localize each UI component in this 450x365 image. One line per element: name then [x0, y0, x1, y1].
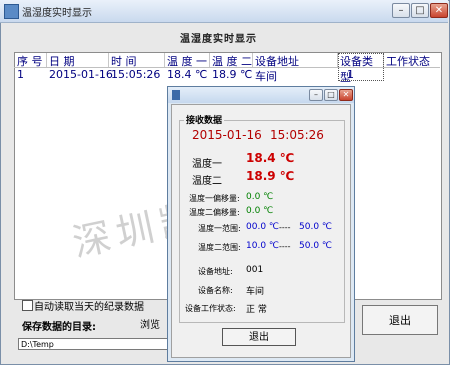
close-button[interactable]: ✕ [430, 3, 448, 18]
col-header-status[interactable]: 工作状态 [384, 53, 440, 68]
range1-separator: ---- [279, 223, 291, 232]
address-label: 设备地址: [198, 267, 233, 276]
cell-temp1: 18.4 ℃ [167, 68, 208, 81]
cell-time: 15:05:26 [111, 68, 161, 81]
main-exit-button[interactable]: 退出 [362, 305, 438, 335]
dialog-time: 15:05:26 [270, 128, 324, 142]
dialog-minimize-button[interactable]: – [309, 89, 323, 101]
device-state-value: 正 常 [246, 305, 267, 315]
save-dir-label: 保存数据的目录: [22, 322, 96, 333]
temp1-label: 温度一 [192, 159, 222, 170]
range2-high: 50.0 ℃ [299, 241, 333, 251]
temp2-label: 温度二 [192, 176, 222, 187]
receive-group-label: 接收数据 [184, 113, 225, 126]
minimize-button[interactable]: – [392, 3, 410, 18]
dialog-exit-button[interactable]: 退出 [222, 328, 296, 346]
range1-high: 50.0 ℃ [299, 222, 333, 232]
offset2-value: 0.0 ℃ [246, 206, 274, 216]
device-name-label: 设备名称: [198, 286, 233, 295]
dialog-date: 2015-01-16 [192, 128, 262, 142]
cell-date: 2015-01-16 [49, 68, 113, 81]
col-header-address[interactable]: 设备地址 [253, 53, 338, 68]
temp2-value: 18.9 ℃ [246, 169, 295, 183]
cell-index: 1 [17, 68, 24, 81]
temp1-value: 18.4 ℃ [246, 151, 295, 165]
offset1-value: 0.0 ℃ [246, 192, 274, 202]
maximize-button[interactable]: □ [411, 3, 429, 18]
col-header-temp2[interactable]: 温 度 二 [210, 53, 253, 68]
auto-read-checkbox[interactable] [22, 300, 33, 311]
auto-read-label: 自动读取当天的纪录数据 [34, 302, 144, 313]
col-header-date[interactable]: 日 期 [47, 53, 109, 68]
page-title: 温湿度实时显示 [180, 34, 257, 45]
col-header-temp1[interactable]: 温 度 一 [165, 53, 210, 68]
offset2-label: 温度二偏移量: [189, 208, 240, 217]
offset1-label: 温度一偏移量: [189, 194, 240, 203]
browse-button[interactable]: 浏览 [140, 316, 170, 332]
col-header-index[interactable]: 序 号 [15, 53, 47, 68]
device-name-value: 车间 [246, 287, 265, 297]
cell-temp2: 18.9 ℃ [212, 68, 253, 81]
range2-label: 温度二范围: [198, 243, 241, 252]
range1-label: 温度一范围: [198, 224, 241, 233]
app-icon [4, 4, 19, 19]
range2-low: 10.0 ℃ [246, 241, 280, 251]
dialog-close-button[interactable]: ✕ [339, 89, 353, 101]
col-header-time[interactable]: 时 间 [109, 53, 165, 68]
dialog-app-icon [172, 90, 180, 100]
title-bar: 温湿度实时显示 [0, 0, 448, 23]
dialog-maximize-button[interactable]: □ [324, 89, 338, 101]
range1-low: 00.0 ℃ [246, 222, 280, 232]
range2-separator: ---- [279, 242, 291, 251]
save-dir-input[interactable]: D:\Temp [18, 338, 170, 350]
window-title: 温湿度实时显示 [22, 8, 92, 19]
device-state-label: 设备工作状态: [185, 304, 236, 313]
cell-type: 1 [347, 68, 354, 81]
cell-address: 车间 [255, 70, 277, 83]
address-value: 001 [246, 265, 264, 275]
cell-status [386, 68, 388, 82]
